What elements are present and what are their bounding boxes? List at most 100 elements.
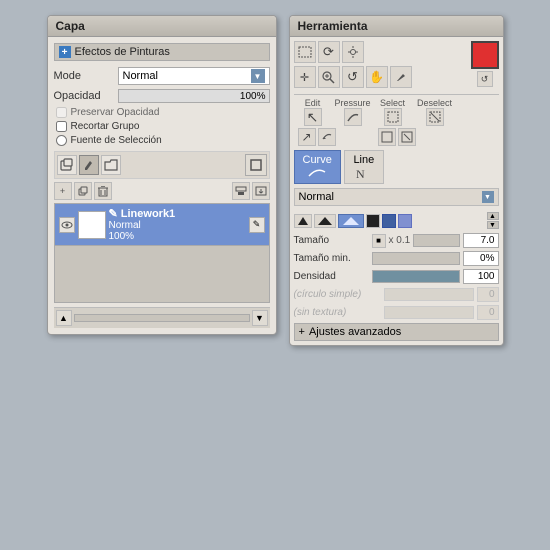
lasso-tool[interactable]: ⟳ (318, 41, 340, 63)
opacity-label: Opacidad (54, 90, 114, 102)
deselect-tool-btn[interactable] (426, 108, 444, 126)
size-min-value[interactable]: 0% (463, 251, 499, 266)
density-row: Densidad 100 (294, 269, 499, 284)
brush-color-mid[interactable] (382, 214, 396, 228)
density-value[interactable]: 100 (463, 269, 499, 284)
layer-thumbnail (78, 211, 106, 239)
density-bar[interactable] (372, 270, 460, 283)
capa-bottom-bar: ▲ ▼ (54, 307, 270, 328)
color-reset-btn[interactable]: ↺ (477, 71, 493, 87)
move-tool[interactable]: ✛ (294, 66, 316, 88)
new-layer-btn[interactable] (57, 155, 77, 175)
tool-row-2: ✛ ↺ ✋ (294, 66, 469, 88)
curve-btn[interactable]: Curve (294, 150, 341, 184)
size-min-bar[interactable] (372, 252, 460, 265)
pressure-tool[interactable] (344, 108, 362, 126)
pointer-tool[interactable]: ↖ (304, 108, 322, 126)
pressure-label: Pressure (334, 98, 370, 108)
layer-visibility-btn[interactable] (59, 217, 75, 233)
brush-color-dark[interactable] (366, 214, 380, 228)
size-label: Tamaño (294, 235, 369, 246)
deselect2-btn[interactable] (398, 128, 416, 146)
preserve-opacity-row: Preservar Opacidad (56, 107, 270, 118)
brush-scroll-up[interactable]: ▲ (487, 212, 499, 220)
brush-shape-2[interactable] (314, 214, 336, 228)
layer-item[interactable]: ✎ Linework1 Normal 100% ✎ (55, 204, 269, 246)
edit-layer-btn[interactable] (79, 155, 99, 175)
select2-btn[interactable] (378, 128, 396, 146)
layer-tools-row: + (54, 182, 270, 200)
effects-expand-icon: + (59, 46, 71, 58)
brush-shape-3[interactable] (338, 214, 364, 228)
rotate-tool[interactable]: ↺ (342, 66, 364, 88)
effects-section-header[interactable]: + Efectos de Pinturas (54, 43, 270, 61)
circle-bar (384, 288, 474, 301)
scroll-up-btn[interactable]: ▲ (56, 310, 72, 326)
brush-scroll-down[interactable]: ▼ (487, 221, 499, 229)
selection-source-row: Fuente de Selección (56, 135, 270, 146)
clip-group-checkbox[interactable] (56, 121, 67, 132)
size-toggle-btn[interactable]: ■ (372, 234, 386, 248)
preserve-opacity-checkbox[interactable] (56, 107, 67, 118)
effects-label: Efectos de Pinturas (75, 46, 170, 58)
brush-shape-1[interactable] (294, 214, 312, 228)
preserve-opacity-label: Preservar Opacidad (71, 107, 160, 118)
delete-layer-btn[interactable] (94, 182, 112, 200)
line-btn[interactable]: Line N (344, 150, 384, 184)
mode-dropdown-arrow: ▼ (251, 69, 265, 83)
ajustes-expand-icon: + (299, 326, 305, 338)
brush-color-light[interactable] (398, 214, 412, 228)
folder-btn[interactable] (101, 155, 121, 175)
capa-title: Capa (48, 16, 276, 37)
texture-label: (sin textura) (294, 307, 382, 318)
mode-row: Mode Normal ▼ (54, 67, 270, 85)
curve-label: Curve (303, 154, 332, 166)
deselect-label: Deselect (417, 98, 452, 108)
mode-label: Mode (54, 70, 114, 82)
selection-source-radio[interactable] (56, 135, 67, 146)
texture-row: (sin textura) 0 (294, 305, 499, 320)
import-btn[interactable] (252, 182, 270, 200)
layer-square-btn[interactable] (245, 154, 267, 176)
scroll-down-btn[interactable]: ▼ (252, 310, 268, 326)
select-tool-btn[interactable] (384, 108, 402, 126)
size-value[interactable]: 7.0 (463, 233, 499, 248)
clip-group-row: Recortar Grupo (56, 121, 270, 132)
layer-name: ✎ Linework1 (109, 207, 246, 220)
pan-tool[interactable]: ✋ (366, 66, 388, 88)
normal-dropdown[interactable]: Normal ▼ (294, 188, 499, 206)
zoom-tool[interactable] (318, 66, 340, 88)
merge-down-btn[interactable] (232, 182, 250, 200)
opacity-bar[interactable]: 100% (118, 89, 270, 103)
node-edit-btn[interactable]: ↗ (298, 128, 316, 146)
density-label: Densidad (294, 271, 369, 282)
select-label: Select (380, 98, 405, 108)
clip-group-label: Recortar Grupo (71, 121, 140, 132)
mode-value: Normal (123, 70, 158, 82)
add-layer-btn[interactable]: + (54, 182, 72, 200)
magic-wand-tool[interactable] (342, 41, 364, 63)
normal-dropdown-arrow: ▼ (482, 191, 494, 203)
ajustes-label: Ajustes avanzados (309, 326, 401, 338)
pen-tool[interactable] (390, 66, 412, 88)
opacity-value: 100% (240, 90, 266, 104)
rect-select-tool[interactable] (294, 41, 316, 63)
opacity-row: Opacidad 100% (54, 89, 270, 103)
tool-row-1: ⟳ (294, 41, 469, 63)
texture-value: 0 (477, 305, 499, 320)
size-bar[interactable] (413, 234, 459, 247)
transform-btn[interactable] (318, 128, 336, 146)
layer-toolbar (54, 151, 270, 179)
ajustes-header[interactable]: + Ajustes avanzados (294, 323, 499, 341)
size-row: Tamaño ■ x 0.1 7.0 (294, 233, 499, 248)
normal-label: Normal (299, 191, 334, 203)
svg-text:N: N (356, 167, 365, 180)
copy-layer-btn[interactable] (74, 182, 92, 200)
circle-row: (círculo simple) 0 (294, 287, 499, 302)
layer-edit-icon[interactable]: ✎ (249, 217, 265, 233)
line-label: Line (353, 154, 374, 166)
capa-panel: Capa + Efectos de Pinturas Mode Normal ▼… (47, 15, 277, 335)
edit-label: Edit (305, 98, 321, 108)
color-swatch[interactable] (471, 41, 499, 69)
mode-dropdown[interactable]: Normal ▼ (118, 67, 270, 85)
